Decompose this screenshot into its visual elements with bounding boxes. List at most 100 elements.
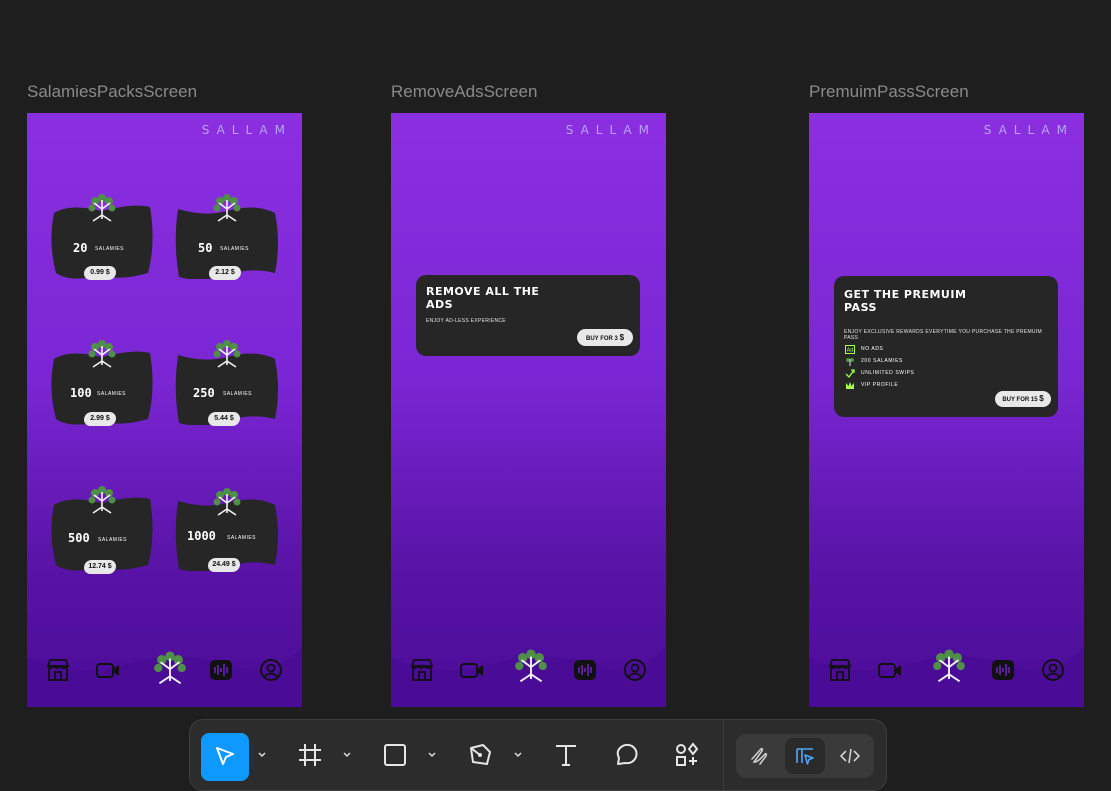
shape-tool-button[interactable] <box>375 735 415 775</box>
salami-tree-icon <box>88 486 116 514</box>
design-toolbar <box>189 719 887 791</box>
feature-row: Ad NO ADS <box>845 344 884 354</box>
pack-unit: SALAMIES <box>98 537 128 543</box>
pack-count: 100 <box>70 386 92 400</box>
feature-row: VIP PROFILE <box>845 380 898 390</box>
premium-title-line1: GET THE PREMUIM <box>844 288 967 301</box>
price-button[interactable]: 0.99 $ <box>84 266 116 280</box>
frame-label-remove-ads[interactable]: RemoveAdsScreen <box>391 82 537 102</box>
brand-logo-text: SALLAM <box>983 123 1074 137</box>
remove-ads-card: REMOVE ALL THE ADS ENJOY AD-LESS EXPERIE… <box>416 275 640 356</box>
feature-text: VIP PROFILE <box>861 382 899 388</box>
buy-currency: $ <box>1039 394 1044 403</box>
brand-logo-text: SALLAM <box>201 123 292 137</box>
buy-remove-ads-button[interactable]: BUY FOR 3 $ <box>577 329 633 346</box>
pack-card[interactable]: 500 SALAMIES 12.74 $ <box>50 486 153 574</box>
profile-icon[interactable] <box>622 657 648 683</box>
video-icon[interactable] <box>95 657 121 683</box>
frame-remove-ads[interactable]: SALLAM REMOVE ALL THE ADS ENJOY AD-LESS … <box>391 113 666 707</box>
video-icon[interactable] <box>877 657 903 683</box>
svg-text:Ad: Ad <box>847 347 854 353</box>
buy-currency: $ <box>619 333 625 342</box>
draw-mode-button[interactable] <box>740 738 780 774</box>
scribble-icon <box>751 747 768 765</box>
pack-card[interactable]: 250 SALAMIES 5.44 $ <box>175 340 278 426</box>
price-button[interactable]: 5.44 $ <box>208 412 240 426</box>
store-icon[interactable] <box>409 657 435 683</box>
chevron-down-icon[interactable] <box>427 750 437 760</box>
frame-label-salamies[interactable]: SalamiesPacksScreen <box>27 82 197 102</box>
price-button[interactable]: 2.99 $ <box>84 412 116 426</box>
pack-unit: SALAMIES <box>220 246 250 252</box>
price-button[interactable]: 12.74 $ <box>84 560 116 574</box>
rectangle-icon <box>384 744 406 766</box>
audio-icon[interactable] <box>572 657 598 683</box>
feature-row: UNLIMITED SWIPS <box>845 368 914 378</box>
move-tool-button[interactable] <box>201 733 249 781</box>
pack-card[interactable]: 1000 SALAMIES 24.49 $ <box>175 488 278 572</box>
comment-tool-button[interactable] <box>607 735 647 775</box>
pack-unit: SALAMIES <box>95 246 125 252</box>
audio-icon[interactable] <box>208 657 234 683</box>
salami-icon <box>845 357 855 366</box>
chevron-down-icon[interactable] <box>257 750 267 760</box>
audio-icon[interactable] <box>990 657 1016 683</box>
feature-row: 200 SALAMIES <box>845 356 903 366</box>
pack-unit: SALAMIES <box>97 391 127 397</box>
bottom-nav <box>809 649 1084 693</box>
pack-count: 50 <box>198 241 213 255</box>
pen-nib-icon <box>470 744 491 765</box>
pack-count: 1000 <box>187 529 216 543</box>
remove-ads-title-line1: REMOVE ALL THE <box>426 285 540 298</box>
remove-ads-title-line2: ADS <box>426 298 454 311</box>
frame-salamies-packs[interactable]: SALLAM 20 SALAMIES 0.99 $ 50 SALAMIES 2.… <box>27 113 302 707</box>
video-icon[interactable] <box>459 657 485 683</box>
pack-card[interactable]: 50 SALAMIES 2.12 $ <box>175 194 278 280</box>
bottom-nav <box>391 649 666 693</box>
crown-icon <box>845 381 855 390</box>
assets-tool-button[interactable] <box>667 735 707 775</box>
text-t-icon <box>556 745 576 766</box>
dev-mode-button[interactable] <box>830 738 870 774</box>
feature-text: NO ADS <box>861 346 884 352</box>
buy-label: BUY FOR 3 <box>585 336 618 342</box>
chevron-down-icon[interactable] <box>513 750 523 760</box>
buy-label: BUY FOR 15 <box>1002 397 1038 403</box>
buy-premium-pass-button[interactable]: BUY FOR 15 $ <box>995 391 1051 407</box>
pack-card[interactable]: 20 SALAMIES 0.99 $ <box>50 194 153 280</box>
remove-ads-subtitle: ENJOY AD-LESS EXPERIENCE <box>426 318 506 324</box>
profile-icon[interactable] <box>1040 657 1066 683</box>
pack-count: 500 <box>68 531 90 545</box>
store-icon[interactable] <box>827 657 853 683</box>
store-icon[interactable] <box>45 657 71 683</box>
feature-text: UNLIMITED SWIPS <box>861 370 915 376</box>
swipe-icon <box>845 368 855 378</box>
components-icon <box>676 742 699 766</box>
price-button[interactable]: 2.12 $ <box>209 266 241 280</box>
design-cursor-icon <box>796 748 814 765</box>
text-tool-button[interactable] <box>546 735 586 775</box>
salami-tree-icon <box>88 340 116 368</box>
toolbar-divider <box>723 720 724 790</box>
profile-icon[interactable] <box>258 657 284 683</box>
brand-logo-text: SALLAM <box>565 123 656 137</box>
feature-text: 200 SALAMIES <box>861 358 903 364</box>
salami-tree-icon <box>88 194 116 222</box>
salami-tree-icon <box>213 488 241 516</box>
frame-premium-pass[interactable]: SALLAM GET THE PREMUIM PASS ENJOY EXCLUS… <box>809 113 1084 707</box>
frame-tool-button[interactable] <box>290 735 330 775</box>
price-button[interactable]: 24.49 $ <box>208 558 240 572</box>
design-mode-button[interactable] <box>785 738 825 774</box>
salami-tree-icon <box>213 340 241 368</box>
cursor-arrow-icon <box>216 747 234 765</box>
bottom-nav <box>27 651 302 693</box>
tree-logo-icon[interactable] <box>150 649 190 689</box>
frame-label-premium-pass[interactable]: PremuimPassScreen <box>809 82 969 102</box>
pack-unit: SALAMIES <box>223 391 253 397</box>
tree-logo-icon[interactable] <box>511 647 551 687</box>
tree-logo-icon[interactable] <box>929 647 969 687</box>
pack-card[interactable]: 100 SALAMIES 2.99 $ <box>50 340 153 426</box>
pen-tool-button[interactable] <box>460 735 500 775</box>
chevron-down-icon[interactable] <box>342 750 352 760</box>
frame-hash-icon <box>299 744 321 766</box>
